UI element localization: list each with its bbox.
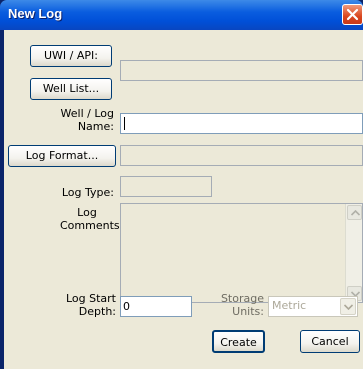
storage-units-dropdown-button — [340, 298, 356, 315]
log-comments-label: Log Comments: — [34, 206, 124, 232]
log-comments-textarea[interactable] — [120, 203, 363, 303]
chevron-up-icon — [351, 210, 360, 216]
well-list-button[interactable]: Well List... — [30, 78, 112, 100]
log-format-field — [120, 145, 363, 166]
well-log-name-input[interactable] — [120, 113, 363, 134]
text-cursor — [124, 117, 125, 130]
well-log-name-label-line1: Well / Log — [60, 107, 114, 120]
storage-units-label-line1: Storage — [220, 292, 264, 305]
close-button[interactable] — [342, 4, 363, 25]
uwi-field — [120, 60, 363, 81]
storage-units-label: Storage Units: — [200, 292, 264, 318]
storage-units-value: Metric — [272, 299, 307, 312]
log-start-depth-input[interactable]: 0 — [120, 296, 192, 317]
well-log-name-label-line2: Name: — [77, 120, 114, 133]
storage-units-label-line2: Units: — [232, 305, 264, 318]
scroll-up-button[interactable] — [347, 205, 362, 220]
chevron-down-icon — [344, 304, 353, 310]
close-icon — [346, 8, 359, 21]
new-log-window: New Log UWI / API: Well List... Well / L… — [0, 0, 363, 369]
dialog-body: UWI / API: Well List... Well / Log Name:… — [4, 30, 363, 369]
log-start-depth-label-line2: Depth: — [78, 305, 116, 318]
window-title: New Log — [8, 6, 63, 21]
log-comments-label-line2: Comments: — [60, 219, 124, 232]
well-log-name-label: Well / Log Name: — [34, 107, 114, 133]
log-start-depth-label-line1: Log Start — [65, 292, 116, 305]
create-button[interactable]: Create — [212, 330, 265, 353]
log-type-field — [120, 176, 212, 197]
log-comments-label-line1: Log — [77, 206, 97, 219]
storage-units-select: Metric — [268, 296, 358, 317]
uwi-api-button[interactable]: UWI / API: — [30, 45, 112, 67]
log-type-label: Log Type: — [61, 186, 114, 199]
cancel-button[interactable]: Cancel — [300, 330, 360, 353]
title-bar[interactable]: New Log — [0, 0, 363, 30]
log-format-button[interactable]: Log Format... — [8, 145, 116, 167]
log-start-depth-label: Log Start Depth: — [34, 292, 116, 318]
comments-scrollbar[interactable] — [345, 204, 362, 302]
